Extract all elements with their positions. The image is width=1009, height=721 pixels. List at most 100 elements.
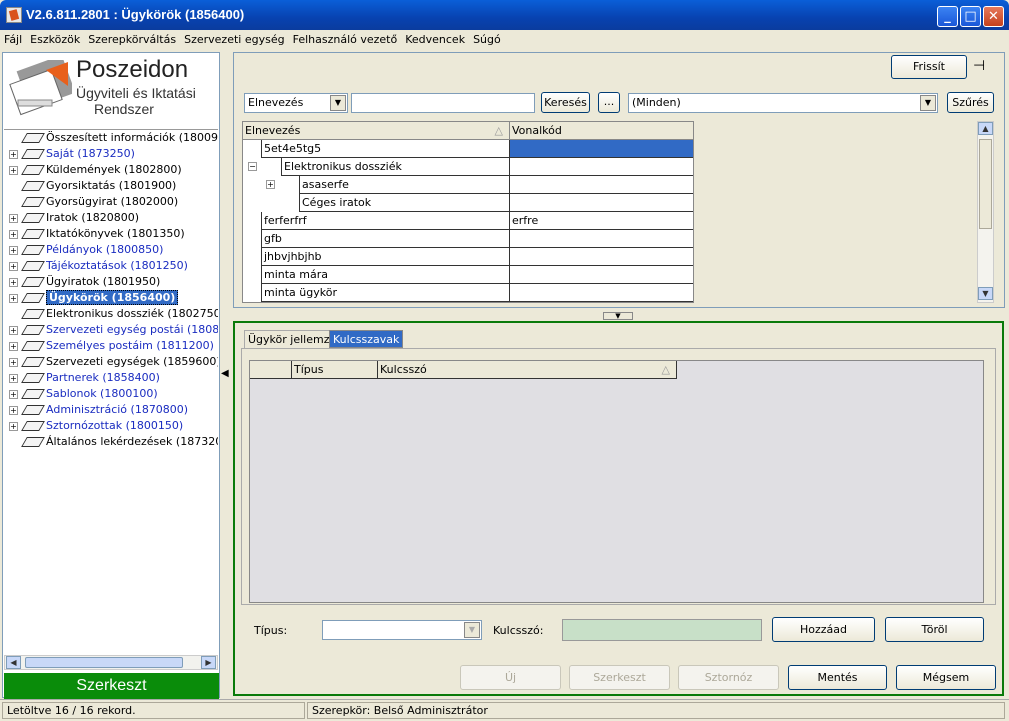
column-header-barcode[interactable]: Vonalkód: [510, 122, 693, 140]
collapse-panel-icon[interactable]: ◀: [221, 363, 231, 385]
maximize-icon[interactable]: □: [960, 6, 981, 27]
pin-icon[interactable]: ⊣: [973, 58, 985, 74]
tree-item[interactable]: + Ügyiratok (1801950): [4, 274, 218, 290]
cancel-item-button[interactable]: Sztornóz: [678, 665, 779, 690]
keyword-input[interactable]: [562, 619, 762, 641]
scroll-left-icon[interactable]: ◀: [6, 656, 21, 669]
expand-icon[interactable]: +: [9, 342, 18, 351]
grid-cell-name[interactable]: gfb: [261, 230, 510, 248]
grid-cell-name[interactable]: minta ügykör: [261, 284, 510, 302]
expand-icon[interactable]: +: [9, 166, 18, 175]
search-field-select[interactable]: Elnevezés ▼: [244, 93, 348, 113]
grid-cell-barcode[interactable]: [510, 230, 693, 248]
grid-cell-barcode[interactable]: [510, 140, 693, 158]
abort-button[interactable]: Mégsem: [896, 665, 996, 690]
menu-item-5[interactable]: Kedvencek: [401, 30, 469, 49]
scroll-thumb[interactable]: [25, 657, 183, 668]
menu-item-1[interactable]: Eszközök: [26, 30, 84, 49]
expand-icon[interactable]: +: [9, 230, 18, 239]
expand-icon[interactable]: +: [9, 374, 18, 383]
grid-cell-name[interactable]: Céges iratok: [299, 194, 510, 212]
tree-item[interactable]: + Küldemények (1802800): [4, 162, 218, 178]
grid-cell-name[interactable]: asaserfe: [299, 176, 510, 194]
grid-cell-barcode[interactable]: [510, 194, 693, 212]
tree-item[interactable]: Gyorsügyirat (1802000): [4, 194, 218, 210]
app-icon[interactable]: [6, 7, 22, 23]
expand-icon[interactable]: +: [9, 214, 18, 223]
chevron-down-icon[interactable]: ▼: [330, 95, 346, 111]
tree-item[interactable]: + Szervezeti egység postái (1808000): [4, 322, 218, 338]
grid-cell-barcode[interactable]: erfre: [510, 212, 693, 230]
tree-item[interactable]: Általános lekérdezések (1873200): [4, 434, 218, 450]
tab-keywords[interactable]: Kulcsszavak: [329, 330, 404, 348]
grid-cell-name[interactable]: jhbvjhbjhb: [261, 248, 510, 266]
expand-icon[interactable]: +: [9, 150, 18, 159]
tree-item[interactable]: Összesített információk (1800950): [4, 130, 218, 146]
menu-item-3[interactable]: Szervezeti egység: [180, 30, 288, 49]
grid-cell-name[interactable]: Elektronikus dossziék: [281, 158, 510, 176]
expand-icon[interactable]: +: [9, 422, 18, 431]
expand-icon[interactable]: +: [9, 406, 18, 415]
splitter-down-icon[interactable]: ▼: [603, 312, 633, 320]
grid-cell-barcode[interactable]: [510, 284, 693, 302]
tree-item[interactable]: Gyorsiktatás (1801900): [4, 178, 218, 194]
save-button[interactable]: Mentés: [788, 665, 887, 690]
tree-item[interactable]: + Sztornózottak (1800150): [4, 418, 218, 434]
grid-vertical-scrollbar[interactable]: ▲ ▼: [977, 121, 994, 303]
scroll-down-icon[interactable]: ▼: [978, 287, 993, 300]
tree-item[interactable]: + Tájékoztatások (1801250): [4, 258, 218, 274]
column-header-name[interactable]: Elnevezés △: [243, 122, 510, 140]
column-header-type[interactable]: Típus: [292, 361, 378, 379]
tree-horizontal-scrollbar[interactable]: ◀ ▶: [4, 655, 218, 670]
expand-icon[interactable]: +: [9, 326, 18, 335]
grid-cell-name[interactable]: ferferfrf: [261, 212, 510, 230]
expand-icon[interactable]: +: [9, 390, 18, 399]
scroll-up-icon[interactable]: ▲: [978, 122, 993, 135]
grid-cell-barcode[interactable]: [510, 176, 693, 194]
ellipsis-button[interactable]: ...: [598, 92, 620, 113]
column-header-keyword[interactable]: Kulcsszó △: [378, 361, 677, 379]
tree-item[interactable]: + Saját (1873250): [4, 146, 218, 162]
expand-icon[interactable]: −: [248, 162, 257, 171]
expand-icon[interactable]: +: [266, 180, 275, 189]
chevron-down-icon[interactable]: ▼: [920, 95, 936, 111]
close-icon[interactable]: ✕: [983, 6, 1004, 27]
edit-mode-button[interactable]: Szerkeszt: [4, 673, 219, 699]
minimize-icon[interactable]: _: [937, 6, 958, 27]
scroll-right-icon[interactable]: ▶: [201, 656, 216, 669]
new-button[interactable]: Új: [460, 665, 561, 690]
tree-item[interactable]: + Adminisztráció (1870800): [4, 402, 218, 418]
edit-button[interactable]: Szerkeszt: [569, 665, 670, 690]
tree-item[interactable]: + Partnerek (1858400): [4, 370, 218, 386]
chevron-down-icon[interactable]: ▼: [464, 622, 480, 638]
expand-icon[interactable]: +: [9, 278, 18, 287]
tree-item[interactable]: + Iratok (1820800): [4, 210, 218, 226]
grid-cell-barcode[interactable]: [510, 248, 693, 266]
tree-item[interactable]: + Sablonok (1800100): [4, 386, 218, 402]
delete-button[interactable]: Töröl: [885, 617, 984, 642]
grid-cell-barcode[interactable]: [510, 266, 693, 284]
menu-item-6[interactable]: Súgó: [469, 30, 505, 49]
search-button[interactable]: Keresés: [541, 92, 590, 113]
scroll-thumb[interactable]: [979, 139, 992, 229]
grid-cell-name[interactable]: 5et4e5tg5: [261, 140, 510, 158]
tree-item[interactable]: + Ügykörök (1856400): [4, 290, 218, 306]
menu-item-0[interactable]: Fájl: [0, 30, 26, 49]
tree-item[interactable]: Elektronikus dossziék (1802750): [4, 306, 218, 322]
grid-cell-barcode[interactable]: [510, 158, 693, 176]
filter-select[interactable]: (Minden) ▼: [628, 93, 938, 113]
add-button[interactable]: Hozzáad: [772, 617, 875, 642]
tree-item[interactable]: + Szervezeti egységek (1859600): [4, 354, 218, 370]
search-input[interactable]: [351, 93, 535, 113]
tree-item[interactable]: + Példányok (1800850): [4, 242, 218, 258]
tree-item[interactable]: + Iktatókönyvek (1801350): [4, 226, 218, 242]
expand-icon[interactable]: +: [9, 358, 18, 367]
expand-icon[interactable]: +: [9, 262, 18, 271]
menu-item-4[interactable]: Felhasználó vezető: [289, 30, 402, 49]
expand-icon[interactable]: +: [9, 246, 18, 255]
tree-item[interactable]: + Személyes postáim (1811200): [4, 338, 218, 354]
menu-item-2[interactable]: Szerepkörváltás: [84, 30, 180, 49]
filter-button[interactable]: Szűrés: [947, 92, 994, 113]
expand-icon[interactable]: +: [9, 294, 18, 303]
type-select[interactable]: ▼: [322, 620, 482, 640]
